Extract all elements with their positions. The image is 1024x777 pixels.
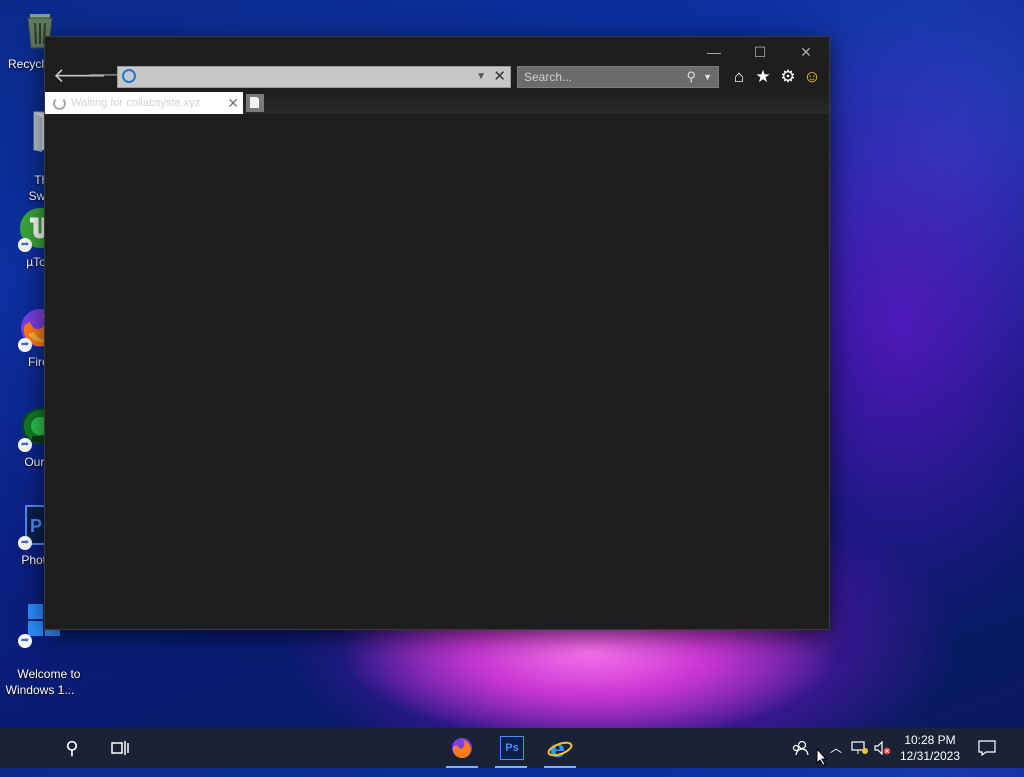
photoshop-icon: Ps	[500, 736, 524, 760]
tab-active[interactable]: Waiting for collabsyste.xyz ✕	[45, 92, 243, 114]
new-tab-button[interactable]	[246, 94, 264, 112]
mouse-cursor-icon	[816, 748, 828, 766]
search-box: ⚲ ▼	[517, 66, 719, 88]
search-icon[interactable]: ⚲	[52, 728, 92, 768]
address-dropdown-icon[interactable]: ▼	[476, 67, 486, 87]
desktop-icon-label-text: Welcome to Windows 1...	[5, 667, 81, 697]
loading-spinner-icon	[53, 97, 66, 110]
shortcut-arrow-icon: ➦	[18, 238, 32, 252]
shortcut-arrow-icon: ➦	[18, 536, 32, 550]
address-bar[interactable]: ▼ ✕	[117, 66, 511, 88]
shortcut-arrow-icon: ➦	[18, 438, 32, 452]
tab-bar: Waiting for collabsyste.xyz ✕	[45, 92, 829, 114]
taskbar-internet-explorer[interactable]: e	[540, 728, 580, 768]
firefox-icon	[452, 738, 472, 759]
stop-icon[interactable]: ✕	[493, 67, 506, 87]
tab-close-icon[interactable]: ✕	[227, 92, 239, 114]
search-icon[interactable]: ⚲	[686, 67, 696, 87]
search-input[interactable]	[524, 69, 674, 85]
clock-time: 10:28 PM	[904, 733, 956, 747]
favorites-star-icon[interactable]: ★	[752, 66, 774, 88]
window-controls: — ☐ ✕	[691, 39, 829, 65]
task-view-icon[interactable]	[100, 728, 140, 768]
back-arrow-icon[interactable]: 🡐	[53, 65, 107, 89]
page-content[interactable]	[45, 114, 829, 629]
internet-explorer-icon	[122, 69, 136, 83]
desktop-icon-label: Welcome to Windows 1...	[4, 650, 81, 714]
system-clock[interactable]: 10:28 PM 12/31/2023	[894, 732, 966, 764]
shortcut-arrow-icon: ➦	[18, 634, 32, 648]
taskbar: ⚲ Ps e ︿ 10:28 PM 12/31/2023	[0, 728, 1024, 768]
maximize-icon[interactable]: ☐	[737, 39, 783, 65]
chevron-up-icon[interactable]: ︿	[826, 728, 846, 768]
internet-explorer-icon: e	[547, 734, 573, 763]
tab-title: Waiting for collabsyste.xyz	[71, 97, 201, 109]
navigation-bar: 🡐 🡒 ▼ ✕ ⚲ ▼ ⌂ ★ ⚙ ☺	[45, 65, 829, 89]
forward-arrow-icon[interactable]: 🡒	[87, 65, 130, 89]
home-icon[interactable]: ⌂	[728, 66, 750, 88]
search-dropdown-icon[interactable]: ▼	[703, 67, 712, 87]
feedback-smiley-icon[interactable]: ☺	[801, 66, 823, 88]
clock-date: 12/31/2023	[899, 749, 961, 763]
close-icon[interactable]: ✕	[783, 39, 829, 65]
settings-gear-icon[interactable]: ⚙	[777, 66, 799, 88]
taskbar-firefox[interactable]	[442, 728, 482, 768]
notification-center-icon[interactable]	[976, 728, 998, 768]
new-tab-icon	[250, 97, 259, 108]
network-icon[interactable]	[850, 728, 870, 768]
minimize-icon[interactable]: —	[691, 39, 737, 65]
volume-muted-icon[interactable]	[873, 728, 893, 768]
shortcut-arrow-icon: ➦	[18, 338, 32, 352]
browser-window: — ☐ ✕ 🡐 🡒 ▼ ✕ ⚲ ▼ ⌂ ★ ⚙ ☺ Waiting for co…	[44, 36, 830, 630]
taskbar-photoshop[interactable]: Ps	[491, 728, 531, 768]
people-icon[interactable]	[788, 728, 812, 768]
svg-text:P: P	[30, 516, 42, 536]
photoshop-label: Ps	[505, 742, 519, 754]
